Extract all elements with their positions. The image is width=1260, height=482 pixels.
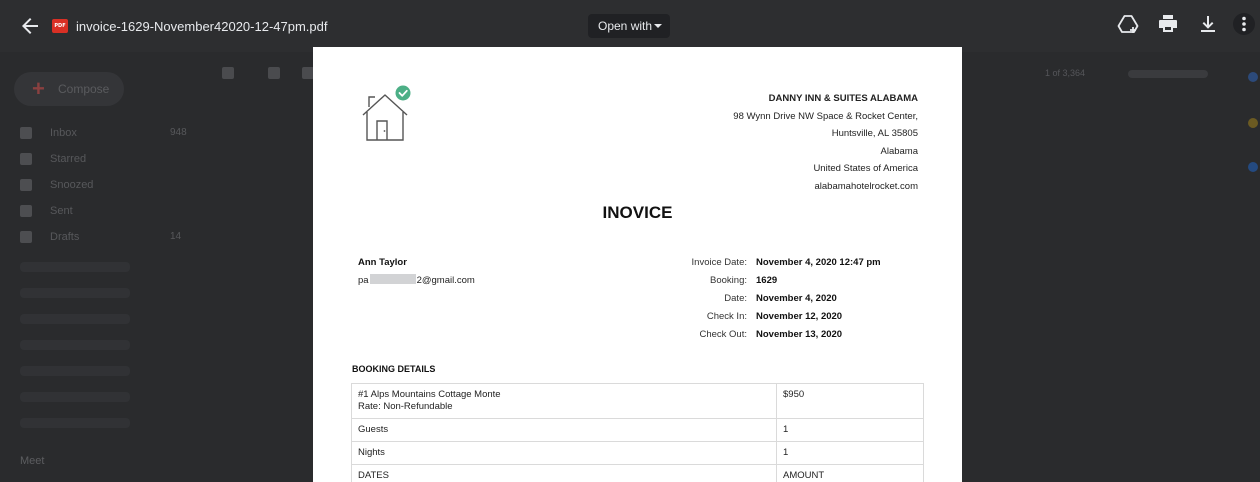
meta-label: Invoice Date: bbox=[691, 257, 747, 268]
booking-details-table: #1 Alps Mountains Cottage Monte Rate: No… bbox=[351, 383, 924, 482]
download-icon[interactable] bbox=[1196, 12, 1220, 36]
meta-label: Check Out: bbox=[699, 329, 747, 340]
table-row: Nights 1 bbox=[351, 441, 924, 465]
hotel-website: alabamahotelrocket.com bbox=[814, 180, 919, 192]
back-arrow-icon bbox=[222, 67, 234, 79]
inbox-icon bbox=[20, 127, 32, 139]
hotel-country: United States of America bbox=[813, 163, 918, 174]
calendar-icon bbox=[1248, 72, 1258, 82]
sidebar-placeholder bbox=[20, 340, 130, 350]
hotel-address-line1: 98 Wynn Drive NW Space & Rocket Center, bbox=[733, 110, 918, 122]
sidebar-placeholder bbox=[20, 366, 130, 376]
table-cell: Guests bbox=[351, 418, 777, 442]
email-suffix: 2@gmail.com bbox=[416, 275, 475, 286]
invoice-title: INOVICE bbox=[602, 203, 673, 222]
tasks-icon bbox=[1248, 162, 1258, 172]
meta-row: Invoice Date: November 4, 2020 12:47 pm bbox=[653, 257, 913, 275]
compose-plus-icon: + bbox=[32, 76, 45, 101]
table-row: Guests 1 bbox=[351, 418, 924, 442]
open-with-button[interactable]: Open with bbox=[588, 14, 670, 38]
viewer-toolbar: PDF invoice-1629-November42020-12-47pm.p… bbox=[0, 0, 1260, 52]
sidebar-placeholder bbox=[20, 314, 130, 324]
sidebar-placeholder bbox=[20, 392, 130, 402]
meta-label: Check In: bbox=[706, 311, 747, 322]
clock-icon bbox=[20, 179, 32, 191]
mail-toolbar bbox=[222, 67, 314, 83]
sidebar-item-drafts: Drafts 14 bbox=[20, 229, 200, 249]
meta-row: Check In: November 12, 2020 bbox=[653, 311, 913, 329]
sidebar-item-snoozed: Snoozed bbox=[20, 177, 200, 197]
back-arrow-icon[interactable] bbox=[18, 14, 42, 38]
sidebar-item-inbox: Inbox 948 bbox=[20, 125, 200, 145]
redacted-blur bbox=[369, 274, 416, 284]
hotel-address-line2: Huntsville, AL 35805 bbox=[831, 128, 918, 139]
pdf-file-icon: PDF bbox=[52, 19, 68, 33]
booking-rate: Rate: Non-Refundable bbox=[358, 401, 453, 412]
table-cell: 1 bbox=[776, 441, 924, 465]
table-row: #1 Alps Mountains Cottage Monte Rate: No… bbox=[351, 383, 924, 419]
house-check-logo bbox=[362, 85, 411, 141]
meta-label: Booking: bbox=[710, 275, 747, 286]
table-cell: AMOUNT bbox=[776, 464, 924, 482]
table-cell: #1 Alps Mountains Cottage Monte Rate: No… bbox=[351, 383, 777, 419]
customer-email: pa 2@gmail.com bbox=[358, 274, 475, 286]
table-cell: DATES bbox=[351, 464, 777, 482]
meta-value: November 4, 2020 12:47 pm bbox=[756, 257, 881, 268]
email-prefix: pa bbox=[358, 275, 369, 286]
invoice-meta: Invoice Date: November 4, 2020 12:47 pm … bbox=[653, 257, 913, 347]
print-icon[interactable] bbox=[1156, 12, 1180, 36]
sidebar-placeholder bbox=[20, 262, 130, 272]
file-title: invoice-1629-November42020-12-47pm.pdf bbox=[76, 19, 328, 34]
booking-details-heading: BOOKING DETAILS bbox=[352, 364, 436, 374]
drive-add-icon[interactable] bbox=[1116, 12, 1140, 36]
hotel-address-block: DANNY INN & SUITES ALABAMA 98 Wynn Drive… bbox=[733, 90, 918, 195]
meta-row: Check Out: November 13, 2020 bbox=[653, 329, 913, 347]
sidebar-item-label: Snoozed bbox=[50, 179, 94, 191]
pager-text: 1 of 3,364 bbox=[1045, 68, 1086, 78]
meta-value: November 13, 2020 bbox=[756, 329, 843, 340]
sidebar-placeholder bbox=[20, 418, 130, 428]
compose-button: + Compose bbox=[14, 72, 124, 106]
sidebar-item-label: Inbox bbox=[50, 127, 77, 139]
hotel-state: Alabama bbox=[880, 145, 919, 157]
customer-name: Ann Taylor bbox=[358, 257, 407, 268]
table-row: DATES AMOUNT bbox=[351, 464, 924, 482]
meta-row: Booking: 1629 bbox=[653, 275, 913, 293]
meta-value: November 12, 2020 bbox=[756, 311, 843, 322]
draft-icon bbox=[20, 231, 32, 243]
booking-item: #1 Alps Mountains Cottage Monte bbox=[358, 389, 501, 400]
table-cell: Nights bbox=[351, 441, 777, 465]
meta-value: 1629 bbox=[756, 275, 778, 286]
table-cell: 1 bbox=[776, 418, 924, 442]
more-vert-icon[interactable] bbox=[1232, 12, 1256, 36]
sidebar-item-sent: Sent bbox=[20, 203, 200, 223]
pdf-page: DANNY INN & SUITES ALABAMA 98 Wynn Drive… bbox=[313, 47, 962, 482]
pager-controls bbox=[1128, 70, 1208, 78]
sidebar-item-label: Sent bbox=[50, 205, 73, 217]
chevron-down-icon bbox=[654, 24, 662, 28]
sidebar-item-label: Starred bbox=[50, 153, 87, 165]
meet-heading: Meet bbox=[20, 455, 45, 467]
open-with-label: Open with bbox=[598, 19, 653, 33]
sidebar-item-count: 14 bbox=[170, 231, 182, 242]
hotel-name: DANNY INN & SUITES ALABAMA bbox=[768, 93, 918, 104]
sidebar-item-starred: Starred bbox=[20, 151, 200, 171]
sidebar-item-label: Drafts bbox=[50, 231, 80, 243]
compose-label: Compose bbox=[58, 82, 110, 96]
star-icon bbox=[20, 153, 32, 165]
table-cell: $950 bbox=[776, 383, 924, 419]
sidebar-item-count: 948 bbox=[170, 127, 187, 138]
keep-icon bbox=[1248, 118, 1258, 128]
meta-value: November 4, 2020 bbox=[756, 293, 837, 304]
meta-row: Date: November 4, 2020 bbox=[653, 293, 913, 311]
meta-label: Date: bbox=[724, 293, 747, 304]
sidebar-placeholder bbox=[20, 288, 130, 298]
send-icon bbox=[20, 205, 32, 217]
archive-icon bbox=[268, 67, 280, 79]
